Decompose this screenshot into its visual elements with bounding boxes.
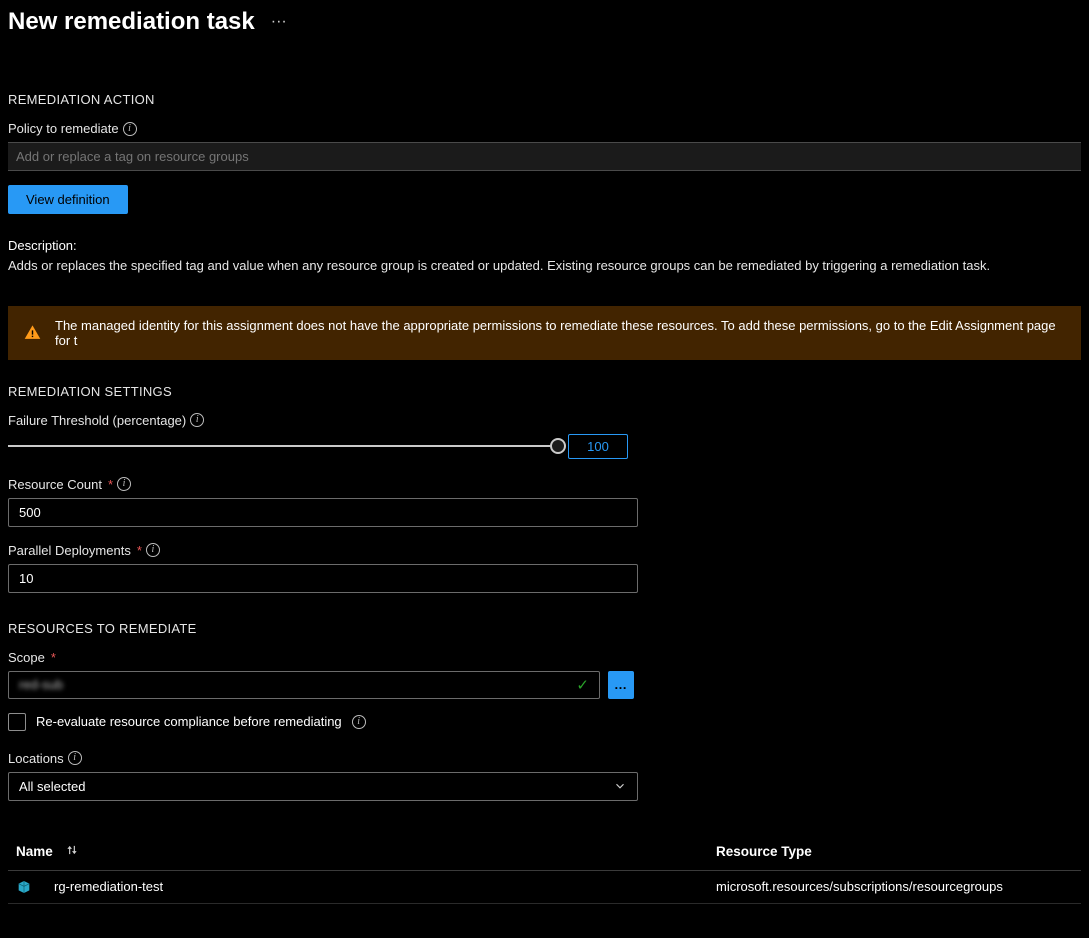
- policy-to-remediate-input[interactable]: [8, 142, 1081, 171]
- locations-label: Locations: [8, 751, 1081, 766]
- locations-value: All selected: [19, 779, 85, 794]
- scope-input[interactable]: red-sub ✓: [8, 671, 600, 699]
- info-icon[interactable]: [123, 122, 137, 136]
- locations-select[interactable]: All selected: [8, 772, 638, 801]
- resource-count-label: Resource Count*: [8, 477, 1081, 492]
- failure-threshold-label: Failure Threshold (percentage): [8, 413, 1081, 428]
- resources-table-header: Name Resource Type: [8, 833, 1081, 871]
- description-label: Description:: [8, 238, 1081, 253]
- info-icon[interactable]: [190, 413, 204, 427]
- policy-label-text: Policy to remediate: [8, 121, 119, 136]
- column-header-name[interactable]: Name: [16, 844, 53, 859]
- section-heading-settings: REMEDIATION SETTINGS: [8, 384, 1081, 399]
- resource-name: rg-remediation-test: [54, 879, 163, 894]
- failure-threshold-slider[interactable]: [8, 436, 558, 456]
- chevron-down-icon: [613, 779, 627, 793]
- check-icon: ✓: [576, 676, 589, 694]
- section-heading-action: REMEDIATION ACTION: [8, 92, 1081, 107]
- warning-icon: [24, 324, 41, 341]
- reevaluate-checkbox[interactable]: [8, 713, 26, 731]
- view-definition-button[interactable]: View definition: [8, 185, 128, 214]
- column-header-type[interactable]: Resource Type: [716, 844, 812, 859]
- info-icon[interactable]: [117, 477, 131, 491]
- page-title: New remediation task: [8, 8, 255, 36]
- permissions-warning-banner: The managed identity for this assignment…: [8, 306, 1081, 360]
- info-icon[interactable]: [68, 751, 82, 765]
- resource-type: microsoft.resources/subscriptions/resour…: [716, 879, 1003, 894]
- slider-thumb[interactable]: [550, 438, 566, 454]
- resource-group-icon: [16, 879, 32, 895]
- section-heading-resources: RESOURCES TO REMEDIATE: [8, 621, 1081, 636]
- parallel-deployments-label: Parallel Deployments*: [8, 543, 1081, 558]
- sort-icon[interactable]: [65, 843, 97, 860]
- reevaluate-label: Re-evaluate resource compliance before r…: [36, 714, 342, 729]
- scope-value: red-sub: [19, 677, 63, 692]
- remediation-settings-section: REMEDIATION SETTINGS Failure Threshold (…: [8, 384, 1081, 593]
- more-actions-button[interactable]: ···: [267, 11, 291, 33]
- info-icon[interactable]: [146, 543, 160, 557]
- warning-text: The managed identity for this assignment…: [55, 318, 1065, 348]
- scope-label: Scope*: [8, 650, 1081, 665]
- failure-threshold-value: 100: [568, 434, 628, 459]
- scope-browse-button[interactable]: …: [608, 671, 634, 699]
- remediation-action-section: REMEDIATION ACTION Policy to remediate V…: [8, 92, 1081, 276]
- info-icon[interactable]: [352, 715, 366, 729]
- policy-to-remediate-label: Policy to remediate: [8, 121, 1081, 136]
- description-text: Adds or replaces the specified tag and v…: [8, 257, 1081, 276]
- resource-count-input[interactable]: [8, 498, 638, 527]
- resources-to-remediate-section: RESOURCES TO REMEDIATE Scope* red-sub ✓ …: [8, 621, 1081, 904]
- parallel-deployments-input[interactable]: [8, 564, 638, 593]
- table-row[interactable]: rg-remediation-test microsoft.resources/…: [8, 871, 1081, 904]
